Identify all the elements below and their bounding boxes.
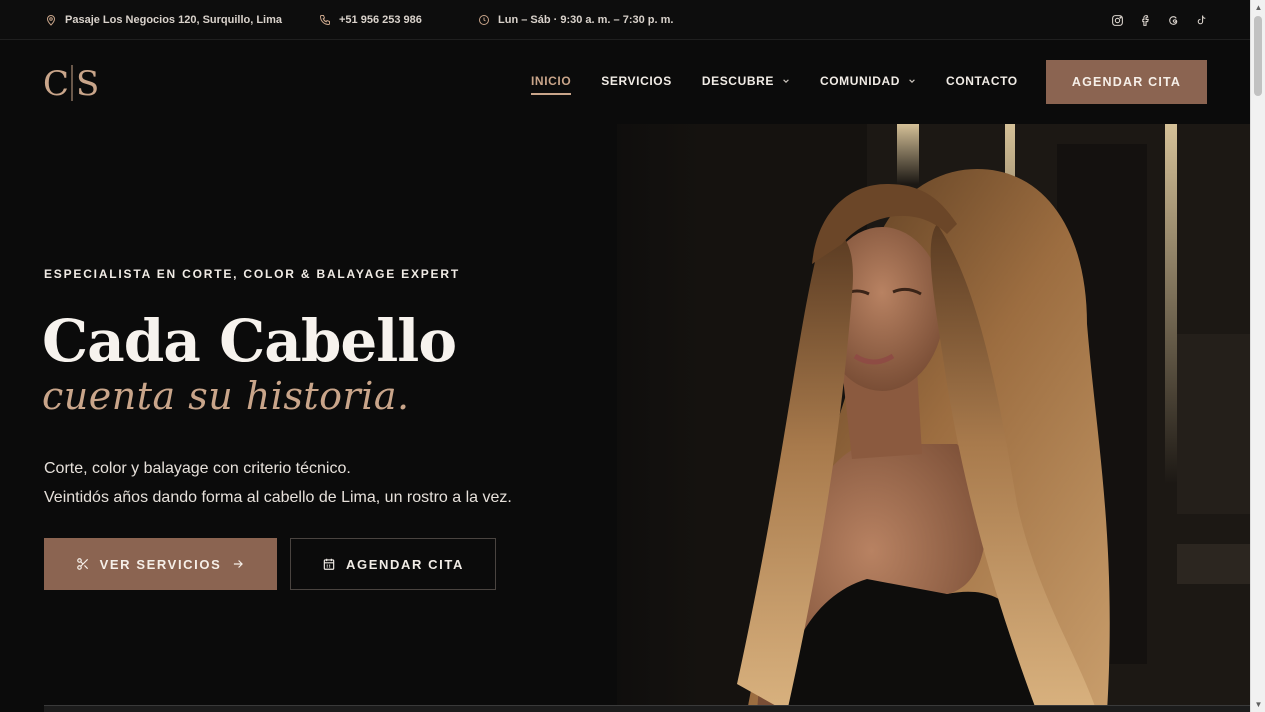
threads-icon[interactable] xyxy=(1166,13,1180,27)
calendar-icon xyxy=(323,558,335,570)
book-appointment-label: AGENDAR CITA xyxy=(346,556,464,572)
next-section-edge xyxy=(44,705,1250,712)
header-book-button[interactable]: AGENDAR CITA xyxy=(1046,60,1207,104)
hero-section: ESPECIALISTA EN CORTE, COLOR & BALAYAGE … xyxy=(0,124,1250,712)
tiktok-icon[interactable] xyxy=(1194,13,1208,27)
nav-servicios[interactable]: SERVICIOS xyxy=(601,69,672,93)
logo[interactable]: C S xyxy=(43,63,105,104)
svg-text:S: S xyxy=(76,64,99,103)
hours-info: Lun – Sáb · 9:30 a. m. – 7:30 p. m. xyxy=(478,0,673,40)
scroll-thumb[interactable] xyxy=(1254,16,1262,96)
scroll-up-arrow-icon[interactable]: ▲ xyxy=(1254,3,1263,12)
nav-inicio[interactable]: INICIO xyxy=(531,69,572,95)
chevron-down-icon xyxy=(909,79,915,83)
nav-label: SERVICIOS xyxy=(601,74,672,88)
nav-label: CONTACTO xyxy=(946,74,1018,88)
hero-title: Cada Cabello xyxy=(42,307,457,375)
scroll-down-arrow-icon[interactable]: ▼ xyxy=(1254,700,1263,709)
nav-label: COMUNIDAD xyxy=(819,74,901,88)
hero-script-subtitle: cuenta su historia. xyxy=(42,374,410,418)
nav-label: DESCUBRE xyxy=(701,74,774,88)
chevron-down-icon xyxy=(783,79,789,83)
scissors-icon xyxy=(76,558,88,570)
top-info-bar: Pasaje Los Negocios 120, Surquillo, Lima… xyxy=(0,0,1250,40)
hero-description-line: Veintidós años dando forma al cabello de… xyxy=(44,489,512,506)
address-text: Pasaje Los Negocios 120, Surquillo, Lima xyxy=(65,14,283,26)
hero-description-line: Corte, color y balayage con criterio téc… xyxy=(44,460,351,477)
page-scrollbar[interactable]: ▲ ▼ xyxy=(1250,0,1265,712)
book-appointment-button[interactable]: AGENDAR CITA xyxy=(290,538,496,590)
view-services-label: VER SERVICIOS xyxy=(99,556,222,572)
instagram-icon[interactable] xyxy=(1110,13,1124,27)
facebook-icon[interactable] xyxy=(1138,13,1152,27)
phone-info[interactable]: +51 956 253 986 xyxy=(319,0,422,40)
nav-contacto[interactable]: CONTACTO xyxy=(946,69,1018,93)
hours-text: Lun – Sáb · 9:30 a. m. – 7:30 p. m. xyxy=(498,14,674,26)
phone-text: +51 956 253 986 xyxy=(339,14,422,26)
clock-icon xyxy=(479,15,489,25)
nav-comunidad[interactable]: COMUNIDAD xyxy=(820,69,916,93)
hero-description: Corte, color y balayage con criterio téc… xyxy=(44,454,512,512)
location-pin-icon xyxy=(46,15,56,26)
main-nav: INICIO SERVICIOS DESCUBRE COMUNIDAD CONT… xyxy=(531,41,1018,121)
hero-photo-fade xyxy=(560,124,700,712)
address-info: Pasaje Los Negocios 120, Surquillo, Lima xyxy=(45,0,282,40)
phone-icon xyxy=(319,15,330,26)
view-services-button[interactable]: VER SERVICIOS xyxy=(44,538,277,590)
hero-photo xyxy=(617,124,1250,712)
hero-kicker: ESPECIALISTA EN CORTE, COLOR & BALAYAGE … xyxy=(44,267,460,281)
svg-text:C: C xyxy=(43,64,69,103)
site-header: C S INICIO SERVICIOS DESCUBRE COMUNIDAD … xyxy=(0,41,1250,124)
nav-label: INICIO xyxy=(531,74,572,88)
social-links xyxy=(1110,0,1208,40)
arrow-right-icon xyxy=(234,560,244,568)
nav-descubre[interactable]: DESCUBRE xyxy=(702,69,790,93)
